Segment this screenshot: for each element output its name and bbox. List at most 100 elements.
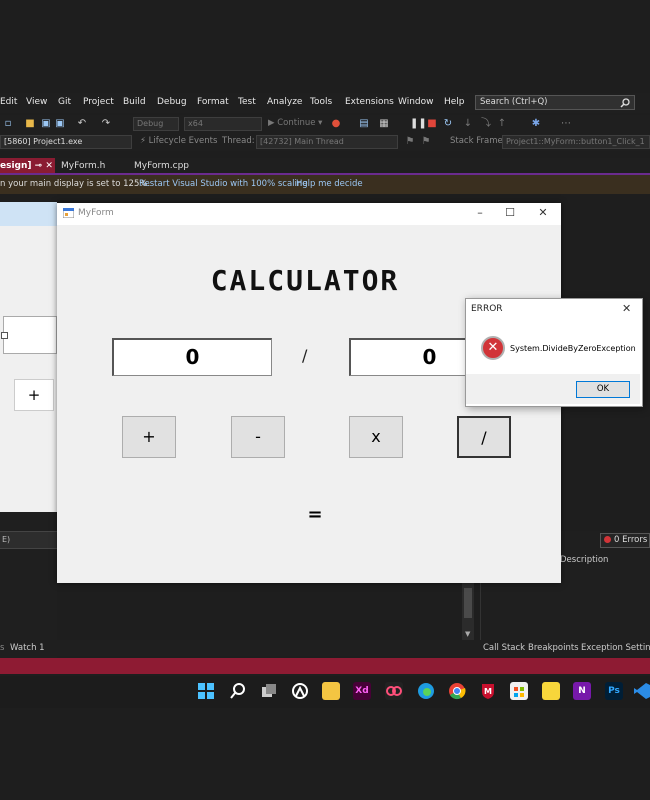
menu-view[interactable]: View	[26, 97, 47, 107]
undo-icon[interactable]: ↶	[76, 118, 88, 129]
dialog-close-icon[interactable]: ✕	[622, 302, 631, 315]
autos-search-field[interactable]: E)	[0, 531, 57, 549]
step-into-icon[interactable]: ↓	[462, 118, 474, 129]
sticky-notes-icon[interactable]	[542, 682, 560, 700]
layout-icon[interactable]: ▦	[378, 118, 390, 129]
menu-debug[interactable]: Debug	[157, 97, 187, 107]
scroll-down-icon[interactable]: ▼	[465, 630, 470, 638]
error-icon	[604, 536, 611, 543]
menu-project[interactable]: Project	[83, 97, 114, 107]
subtract-button[interactable]: -	[231, 416, 285, 458]
scrollbar-thumb[interactable]	[464, 588, 472, 618]
creative-cloud-icon[interactable]	[385, 682, 403, 700]
search-placeholder: Search (Ctrl+Q)	[480, 97, 548, 107]
lifecycle-events[interactable]: ⚡ Lifecycle Events	[140, 136, 217, 146]
dialog-message: System.DivideByZeroException	[510, 344, 636, 353]
thread-combo[interactable]: [42732] Main Thread	[256, 135, 398, 149]
minimize-icon[interactable]: –	[473, 206, 487, 220]
menu-git[interactable]: Git	[58, 97, 71, 107]
form-title: MyForm	[78, 208, 114, 218]
stop-icon[interactable]: ■	[426, 118, 438, 129]
status-bar	[0, 658, 650, 674]
menu-analyze[interactable]: Analyze	[267, 97, 302, 107]
errors-count: 0 Errors	[614, 535, 648, 545]
menu-help[interactable]: Help	[444, 97, 465, 107]
adobe-xd-icon[interactable]: Xd	[353, 682, 371, 700]
close-icon[interactable]: ✕	[536, 206, 550, 220]
tab-call-stack[interactable]: Call Stack	[483, 643, 525, 653]
mcafee-icon[interactable]: M	[479, 682, 497, 700]
continue-button[interactable]: ▶ Continue ▾	[268, 118, 322, 128]
continue-label: Continue	[277, 118, 316, 128]
flag-icon[interactable]: ⚑	[404, 136, 416, 147]
resize-handle[interactable]	[1, 332, 8, 339]
stack-frame-combo[interactable]: Project1::MyForm::button1_Click_1	[502, 135, 650, 149]
platform-combo[interactable]: x64	[184, 117, 262, 131]
tab-exception-settings[interactable]: Exception Settings	[581, 643, 650, 653]
diagnostics-icon[interactable]: ✱	[530, 118, 542, 129]
menu-edit[interactable]: Edit	[0, 97, 17, 107]
windows-start-icon[interactable]	[197, 682, 215, 700]
step-out-icon[interactable]: ↑	[496, 118, 508, 129]
tab-breakpoints[interactable]: Breakpoints	[528, 643, 579, 653]
help-decide-link[interactable]: Help me decide	[296, 179, 363, 189]
add-button[interactable]: +	[122, 416, 176, 458]
designer-plus-button[interactable]: +	[14, 379, 54, 411]
hot-reload-icon[interactable]: ●	[330, 118, 342, 129]
tab-watch-1[interactable]: Watch 1	[10, 643, 45, 653]
step-over-icon[interactable]: ⤵	[480, 118, 492, 129]
dialog-title: ERROR	[471, 304, 503, 314]
file-explorer-icon[interactable]	[322, 682, 340, 700]
search-icon[interactable]	[229, 682, 247, 700]
tab-close-icon[interactable]: ✕	[45, 161, 53, 171]
debug-location-toolbar: [5860] Project1.exe ⚡ Lifecycle Events T…	[0, 133, 650, 151]
toolbar-more-icon[interactable]: ⋯	[560, 118, 572, 129]
designer-textbox[interactable]	[3, 316, 57, 354]
redo-icon[interactable]: ↷	[100, 118, 112, 129]
multiply-button[interactable]: x	[349, 416, 403, 458]
ok-button[interactable]: OK	[576, 381, 630, 398]
pause-icon[interactable]: ❚❚	[410, 118, 427, 129]
equals-button[interactable]: =	[300, 504, 330, 525]
task-view-icon[interactable]	[260, 682, 278, 700]
restart-scaling-link[interactable]: Restart Visual Studio with 100% scaling	[139, 179, 308, 189]
menu-window[interactable]: Window	[398, 97, 434, 107]
pin-icon[interactable]: ⊸	[35, 161, 43, 171]
menu-extensions[interactable]: Extensions	[345, 97, 394, 107]
browse-icon[interactable]: ▤	[358, 118, 370, 129]
photoshop-icon[interactable]: Ps	[605, 682, 623, 700]
tab-myform-cpp[interactable]: MyForm.cpp	[134, 158, 189, 174]
onenote-icon[interactable]: N	[573, 682, 591, 700]
vs-code-icon[interactable]	[633, 682, 650, 700]
menu-build[interactable]: Build	[123, 97, 146, 107]
designer-surface	[0, 202, 57, 512]
tab-myform-h[interactable]: MyForm.h	[61, 158, 105, 174]
search-box[interactable]: Search (Ctrl+Q)	[475, 95, 635, 110]
description-column[interactable]: Description	[560, 555, 608, 565]
save-all-icon[interactable]: ▣	[54, 118, 66, 129]
process-combo[interactable]: [5860] Project1.exe	[0, 135, 132, 149]
menu-tools[interactable]: Tools	[310, 97, 332, 107]
designer-title-strip	[0, 202, 57, 226]
store-icon[interactable]	[510, 682, 528, 700]
config-combo[interactable]: Debug	[133, 117, 179, 131]
tab-myform-design[interactable]: esign] ⊸ ✕	[0, 158, 55, 174]
new-item-icon[interactable]: ▫	[2, 118, 14, 129]
restart-icon[interactable]: ↻	[442, 118, 454, 129]
divide-button[interactable]: /	[457, 416, 511, 458]
filter-icon[interactable]: ⚑	[420, 136, 432, 147]
chrome-icon[interactable]	[448, 682, 466, 700]
operator-label: /	[302, 346, 308, 365]
windows-taskbar: Xd M N Ps	[0, 676, 650, 708]
thread-label: Thread:	[222, 136, 255, 146]
errors-filter-button[interactable]: 0 Errors	[600, 533, 650, 548]
menu-test[interactable]: Test	[238, 97, 256, 107]
edge-icon[interactable]	[417, 682, 435, 700]
save-icon[interactable]: ▣	[40, 118, 52, 129]
open-folder-icon[interactable]: ■	[24, 118, 36, 129]
first-number-field[interactable]: 0	[112, 338, 272, 376]
menu-format[interactable]: Format	[197, 97, 229, 107]
widgets-icon[interactable]	[291, 682, 309, 700]
tab-design-label: esign]	[0, 161, 32, 171]
maximize-icon[interactable]: ☐	[503, 206, 517, 220]
